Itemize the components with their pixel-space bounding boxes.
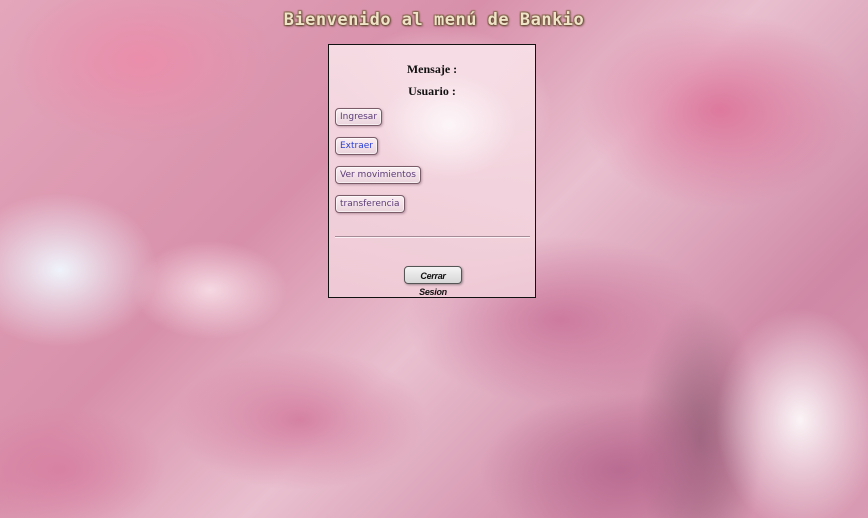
divider (335, 236, 530, 238)
deposit-button[interactable]: Ingresar (335, 108, 383, 126)
page-title: Bienvenido al menú de Bankio (283, 10, 585, 30)
user-label: Usuario : (408, 84, 456, 98)
logout-button[interactable]: Cerrar Sesion (404, 266, 462, 297)
transfer-button[interactable]: transferencia (335, 195, 405, 213)
view-movements-button[interactable]: Ver movimientos (335, 166, 421, 184)
withdraw-button[interactable]: Extraer (335, 137, 378, 155)
menu-panel: Mensaje : Usuario : Ingresar Extraer Ver… (328, 44, 536, 298)
message-label: Mensaje : (406, 62, 458, 76)
